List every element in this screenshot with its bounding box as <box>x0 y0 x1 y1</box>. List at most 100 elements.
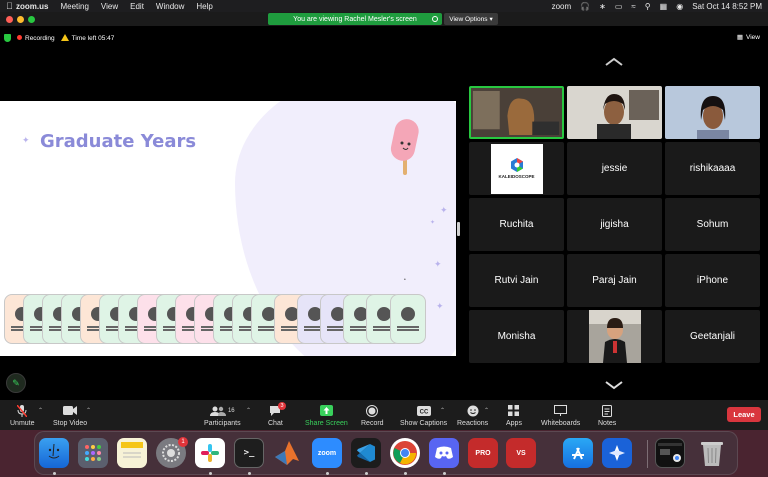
wifi-icon[interactable]: ≈ <box>631 2 635 11</box>
notes-icon <box>602 404 613 417</box>
sparkle-icon: ✦ <box>430 220 436 226</box>
instruments-icon[interactable] <box>602 438 632 468</box>
apps-button[interactable]: Apps <box>506 404 522 427</box>
sparkle-icon: ✦ <box>22 135 30 145</box>
matlab-icon[interactable] <box>272 438 302 468</box>
participant-tile[interactable]: rishikaaaa <box>665 142 760 195</box>
pencil-icon: ✎ <box>12 377 20 388</box>
warning-icon <box>60 34 69 41</box>
menu-app-name[interactable]: zoom.us <box>16 2 48 11</box>
view-button[interactable]: ▦ View <box>736 33 760 42</box>
leave-button[interactable]: Leave <box>727 407 761 422</box>
finder-icon[interactable] <box>39 438 69 468</box>
participant-tile[interactable]: Rutvi Jain <box>469 254 564 307</box>
terminal-icon[interactable]: >_ <box>234 438 264 468</box>
pro-app-icon[interactable]: PRO <box>468 438 498 468</box>
participants-button[interactable]: 16 Participants <box>204 404 241 427</box>
dock-running-indicator <box>404 472 407 475</box>
bluetooth-icon[interactable]: ∗ <box>599 2 606 11</box>
window-close-button[interactable] <box>6 16 13 23</box>
show-captions-label: Show Captions <box>400 420 448 427</box>
vscode-icon[interactable] <box>351 438 381 468</box>
participant-tile[interactable]: Geetanjali <box>665 310 760 363</box>
shield-icon[interactable] <box>4 34 11 42</box>
dock-separator <box>647 440 648 468</box>
grid-view-icon: ▦ <box>736 34 744 41</box>
notes-app-icon[interactable] <box>117 438 147 468</box>
participant-name: rishikaaaa <box>689 163 736 174</box>
chevron-up-icon[interactable] <box>604 57 624 67</box>
menu-meeting[interactable]: Meeting <box>60 2 88 11</box>
viewing-screen-banner: You are viewing Rachel Mesler's screen <box>268 13 442 25</box>
apps-grid-icon <box>508 404 520 417</box>
reactions-options-caret[interactable]: ⌃ <box>484 407 489 414</box>
window-fullscreen-button[interactable] <box>28 16 35 23</box>
vs-app-label: VS <box>516 449 526 457</box>
zoom-status-label[interactable]: zoom <box>552 2 572 11</box>
slack-icon[interactable] <box>195 438 225 468</box>
search-icon[interactable]: ⚲ <box>645 2 651 11</box>
recent-window-thumbnail[interactable] <box>655 438 685 468</box>
participant-tile[interactable] <box>469 86 564 139</box>
share-screen-button[interactable]: Share Screen <box>305 404 348 427</box>
settings-badge: 1 <box>178 437 188 447</box>
participant-tile[interactable] <box>567 310 662 363</box>
pro-app-label: PRO <box>475 449 491 457</box>
participants-options-caret[interactable]: ⌃ <box>246 407 251 414</box>
record-icon <box>366 404 379 417</box>
vs-app-icon[interactable]: VS <box>506 438 536 468</box>
participant-name: Rutvi Jain <box>494 275 539 286</box>
annotate-button[interactable]: ✎ <box>6 373 26 393</box>
video-camera-icon <box>63 404 78 417</box>
whiteboards-button[interactable]: Whiteboards <box>541 404 580 427</box>
menubar-datetime[interactable]: Sat Oct 14 8:52 PM <box>692 2 762 11</box>
audio-options-caret[interactable]: ⌃ <box>38 407 43 414</box>
participant-tile[interactable]: Monisha <box>469 310 564 363</box>
menu-view[interactable]: View <box>101 2 118 11</box>
dock-running-indicator <box>209 472 212 475</box>
participants-label: Participants <box>204 420 241 427</box>
video-options-caret[interactable]: ⌃ <box>86 407 91 414</box>
participants-icon: 16 <box>209 404 235 417</box>
headphones-icon[interactable]: 🎧 <box>580 2 590 11</box>
app-store-icon[interactable] <box>563 438 593 468</box>
control-center-icon[interactable]: ▦ <box>660 2 668 11</box>
reactions-label: Reactions <box>457 420 489 427</box>
siri-icon[interactable]: ◉ <box>676 2 683 11</box>
participant-tile[interactable]: Ruchita <box>469 198 564 251</box>
view-options-button[interactable]: View Options ▾ <box>444 13 498 25</box>
participant-tile[interactable] <box>567 86 662 139</box>
chrome-icon[interactable] <box>390 438 420 468</box>
participant-tile[interactable]: jessie <box>567 142 662 195</box>
discord-icon[interactable] <box>429 438 459 468</box>
unmute-button[interactable]: Unmute <box>10 404 35 427</box>
dock-running-indicator <box>443 472 446 475</box>
zoom-icon[interactable]: zoom <box>312 438 342 468</box>
window-minimize-button[interactable] <box>17 16 24 23</box>
captions-options-caret[interactable]: ⌃ <box>440 407 445 414</box>
split-view-handle[interactable] <box>457 222 460 236</box>
menu-window[interactable]: Window <box>156 2 184 11</box>
skill-icon <box>377 307 391 321</box>
menu-help[interactable]: Help <box>196 2 212 11</box>
participant-tile[interactable]: Paraj Jain <box>567 254 662 307</box>
launchpad-icon[interactable] <box>78 438 108 468</box>
participant-tile[interactable] <box>665 86 760 139</box>
apple-icon[interactable]:  <box>6 1 16 11</box>
banner-options-icon[interactable] <box>432 16 438 22</box>
participant-tile[interactable]: jigisha <box>567 198 662 251</box>
menu-edit[interactable]: Edit <box>130 2 144 11</box>
trash-icon[interactable] <box>697 438 727 468</box>
battery-icon[interactable]: ▭ <box>615 2 623 11</box>
participant-tile[interactable]: iPhone <box>665 254 760 307</box>
participant-tile[interactable]: KALEIDOSCOPE <box>469 142 564 195</box>
participant-video <box>567 86 662 139</box>
smiley-icon <box>467 404 479 417</box>
view-options-label: View Options <box>449 15 488 23</box>
recording-indicator[interactable]: Recording <box>17 34 55 42</box>
participant-tile[interactable]: Sohum <box>665 198 760 251</box>
record-button[interactable]: Record <box>361 404 384 427</box>
notes-button[interactable]: Notes <box>598 404 616 427</box>
chevron-down-icon[interactable] <box>604 380 624 390</box>
stop-video-button[interactable]: Stop Video <box>53 404 87 427</box>
